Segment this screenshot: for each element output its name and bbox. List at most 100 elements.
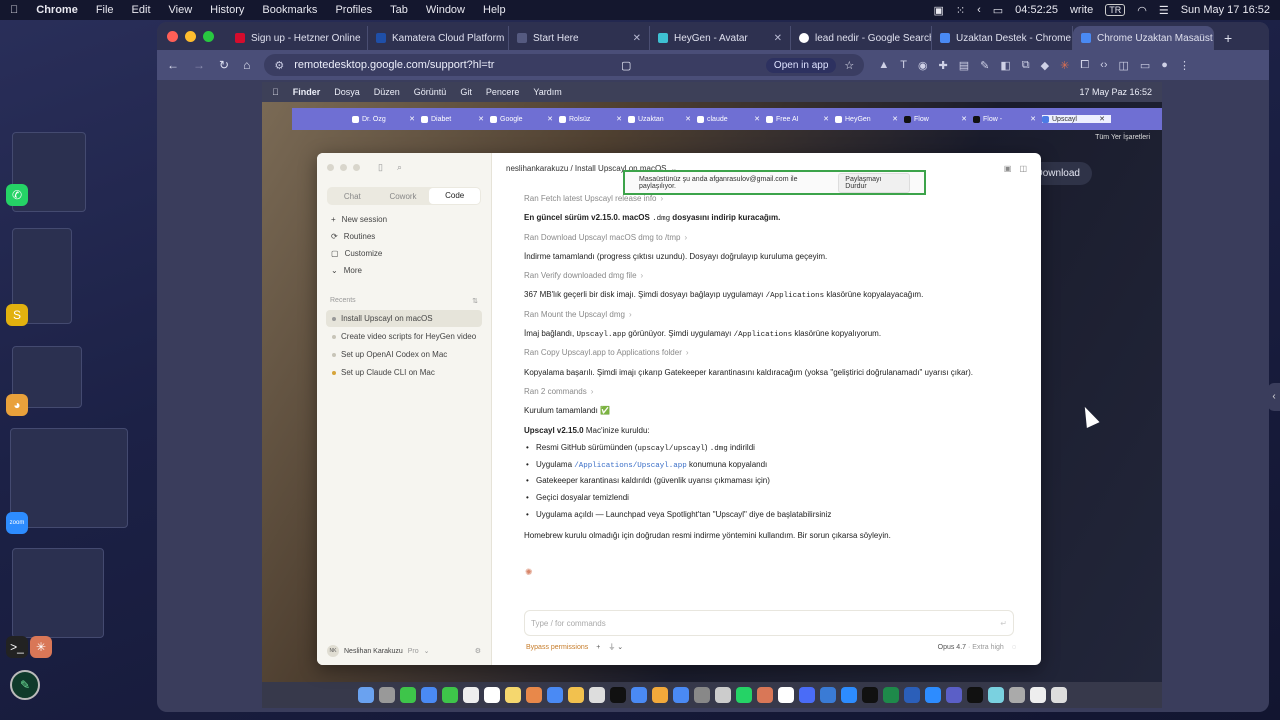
layout-icon[interactable]: ◫	[1019, 164, 1027, 173]
close-tab-icon[interactable]: ✕	[1099, 115, 1111, 123]
appstore-dock-icon[interactable]	[672, 687, 689, 703]
close-tab-icon[interactable]: ✕	[616, 115, 628, 123]
open-in-app-button[interactable]: Open in app	[765, 57, 837, 73]
menu-file[interactable]: File	[96, 4, 114, 16]
extension-claude-icon[interactable]: ✳	[1060, 59, 1069, 72]
close-tab-icon[interactable]: ✕	[823, 115, 835, 123]
side-panel-handle[interactable]: ‹	[1268, 383, 1280, 411]
tab-chrome-remote-desktop[interactable]: Chrome Uzaktan Masaüstü ✕	[1073, 26, 1214, 50]
finder-dock-icon[interactable]	[357, 687, 374, 703]
terminal-dock-icon[interactable]	[966, 687, 983, 703]
app2-dock-icon[interactable]	[819, 687, 836, 703]
tab-search-icon[interactable]: ▢	[621, 59, 631, 72]
tab-kamatera[interactable]: Kamatera Cloud Platform ✕	[368, 26, 509, 50]
close-tab-icon[interactable]: ✕	[1030, 115, 1042, 123]
app3-dock-icon[interactable]	[987, 687, 1004, 703]
reminders-dock-icon[interactable]	[462, 687, 479, 703]
stage-thumb-4[interactable]	[10, 428, 128, 528]
menu-window[interactable]: Window	[426, 4, 465, 16]
url-text[interactable]: remotedesktop.google.com/support?hl=tr	[294, 59, 494, 71]
panel-icon[interactable]: ▣	[1004, 164, 1012, 173]
photos-dock-icon[interactable]	[525, 687, 542, 703]
sidepanel-icon[interactable]: ◫	[1118, 59, 1128, 72]
address-bar[interactable]: ⚙ remotedesktop.google.com/support?hl=tr…	[264, 54, 865, 76]
screen-share-icon[interactable]: ▣	[933, 4, 943, 17]
safari-dock-icon[interactable]	[546, 687, 563, 703]
menu-help[interactable]: Help	[483, 4, 506, 16]
close-tab-icon[interactable]: ✕	[627, 33, 641, 44]
extension-2-icon[interactable]: T	[900, 59, 907, 72]
extension-9-icon[interactable]: ◆	[1041, 59, 1049, 72]
recording-timer[interactable]: 04:52:25	[1015, 4, 1058, 16]
close-tab-icon[interactable]: ✕	[478, 115, 490, 123]
remote-menu-goruntu[interactable]: Görüntü	[414, 87, 447, 97]
stage-thumb-5[interactable]	[12, 548, 104, 638]
claude-dock-icon[interactable]	[756, 687, 773, 703]
menubar-datetime[interactable]: Sun May 17 16:52	[1181, 4, 1270, 16]
appletv-dock-icon[interactable]	[609, 687, 626, 703]
folder-dock-icon[interactable]	[1029, 687, 1046, 703]
mode-cowork[interactable]: Cowork	[378, 192, 429, 201]
cursor-dock-icon[interactable]	[861, 687, 878, 703]
excel-dock-icon[interactable]	[882, 687, 899, 703]
minimize-dot[interactable]	[340, 163, 347, 171]
tab-uzaktan-destek[interactable]: Uzaktan Destek - Chrome ✕	[932, 26, 1073, 50]
sidebar-toggle-icon[interactable]: ▯	[378, 162, 383, 173]
menu-edit[interactable]: Edit	[132, 4, 151, 16]
forward-icon[interactable]: →	[193, 58, 205, 72]
bookmark-star-icon[interactable]: ☆	[844, 59, 854, 72]
permission-mode-button[interactable]: Bypass permissions	[526, 644, 588, 651]
profile-avatar-icon[interactable]: ●	[1161, 59, 1168, 72]
remote-tab[interactable]: Flow ✕	[904, 115, 973, 123]
zoom-window-button[interactable]	[203, 31, 214, 42]
tab-start-here[interactable]: Start Here ✕	[509, 26, 650, 50]
remote-menu-finder[interactable]: Finder	[293, 87, 321, 97]
tab-heygen[interactable]: HeyGen - Avatar ✕	[650, 26, 791, 50]
remote-tab[interactable]: Uzaktan ✕	[628, 115, 697, 123]
remote-tab[interactable]: Dr. Özg ✕	[352, 115, 421, 123]
remote-tab-active[interactable]: Upscayl ✕	[1042, 115, 1111, 123]
recent-session-item[interactable]: Set up Claude CLI on Mac	[326, 364, 482, 381]
tool-call-row[interactable]: Ran Download Upscayl macOS dmg to /tmp ›	[524, 228, 1024, 247]
remote-tab[interactable]: Rolsüz ✕	[559, 115, 628, 123]
pages-dock-icon[interactable]	[651, 687, 668, 703]
more-item[interactable]: ⌄ More	[317, 262, 491, 279]
tool-call-row[interactable]: Ran Copy Upscayl.app to Applications fol…	[524, 343, 1024, 362]
utility-dock-icon[interactable]	[714, 687, 731, 703]
menu-app-name[interactable]: Chrome	[36, 4, 78, 16]
remote-menu-yardim[interactable]: Yardım	[533, 87, 561, 97]
settings-icon[interactable]: ⚙	[475, 647, 481, 655]
recent-session-item[interactable]: Set up OpenAI Codex on Mac	[326, 346, 482, 363]
add-attachment-icon[interactable]: +	[596, 644, 600, 651]
extension-6-icon[interactable]: ✎	[980, 59, 989, 72]
preview-dock-icon[interactable]	[588, 687, 605, 703]
devtools-icon[interactable]: ‹›	[1100, 59, 1107, 72]
remote-apple-icon[interactable]: 	[272, 87, 279, 97]
zoom-dot[interactable]	[353, 163, 360, 171]
settings-dock-icon[interactable]	[693, 687, 710, 703]
control-center-icon[interactable]: ☰	[1159, 4, 1169, 17]
extension-4-icon[interactable]: ✚	[939, 59, 948, 72]
remote-tab[interactable]: claude ✕	[697, 115, 766, 123]
extension-8-icon[interactable]: ⧉	[1022, 59, 1030, 72]
reload-icon[interactable]: ↻	[219, 58, 229, 72]
remote-tab[interactable]: Flow - ✕	[973, 115, 1042, 123]
all-bookmarks-link[interactable]: Tüm Yer İşaretleri	[1095, 134, 1150, 141]
remote-menu-git[interactable]: Git	[460, 87, 472, 97]
search-icon[interactable]: ⌕	[397, 162, 402, 173]
extensions-puzzle-icon[interactable]: ⧠	[1080, 59, 1089, 72]
pen-icon[interactable]: ✎	[10, 670, 40, 700]
close-tab-icon[interactable]: ✕	[892, 115, 904, 123]
cast-icon[interactable]: ▭	[1140, 59, 1150, 72]
new-tab-button[interactable]: +	[1214, 26, 1242, 50]
routines-item[interactable]: ⟳ Routines	[317, 228, 491, 245]
word-dock-icon[interactable]	[903, 687, 920, 703]
extension-5-icon[interactable]: ▤	[959, 59, 969, 72]
back-icon[interactable]: ←	[167, 58, 179, 72]
menu-view[interactable]: View	[169, 4, 193, 16]
mic-icon[interactable]: ⏚ ⌄	[608, 642, 623, 652]
tab-google-search[interactable]: lead nedir - Google Search ✕	[791, 26, 932, 50]
mode-code[interactable]: Code	[429, 188, 481, 204]
launchpad-dock-icon[interactable]	[378, 687, 395, 703]
tool-call-row[interactable]: Ran Mount the Upscayl dmg ›	[524, 305, 1024, 324]
